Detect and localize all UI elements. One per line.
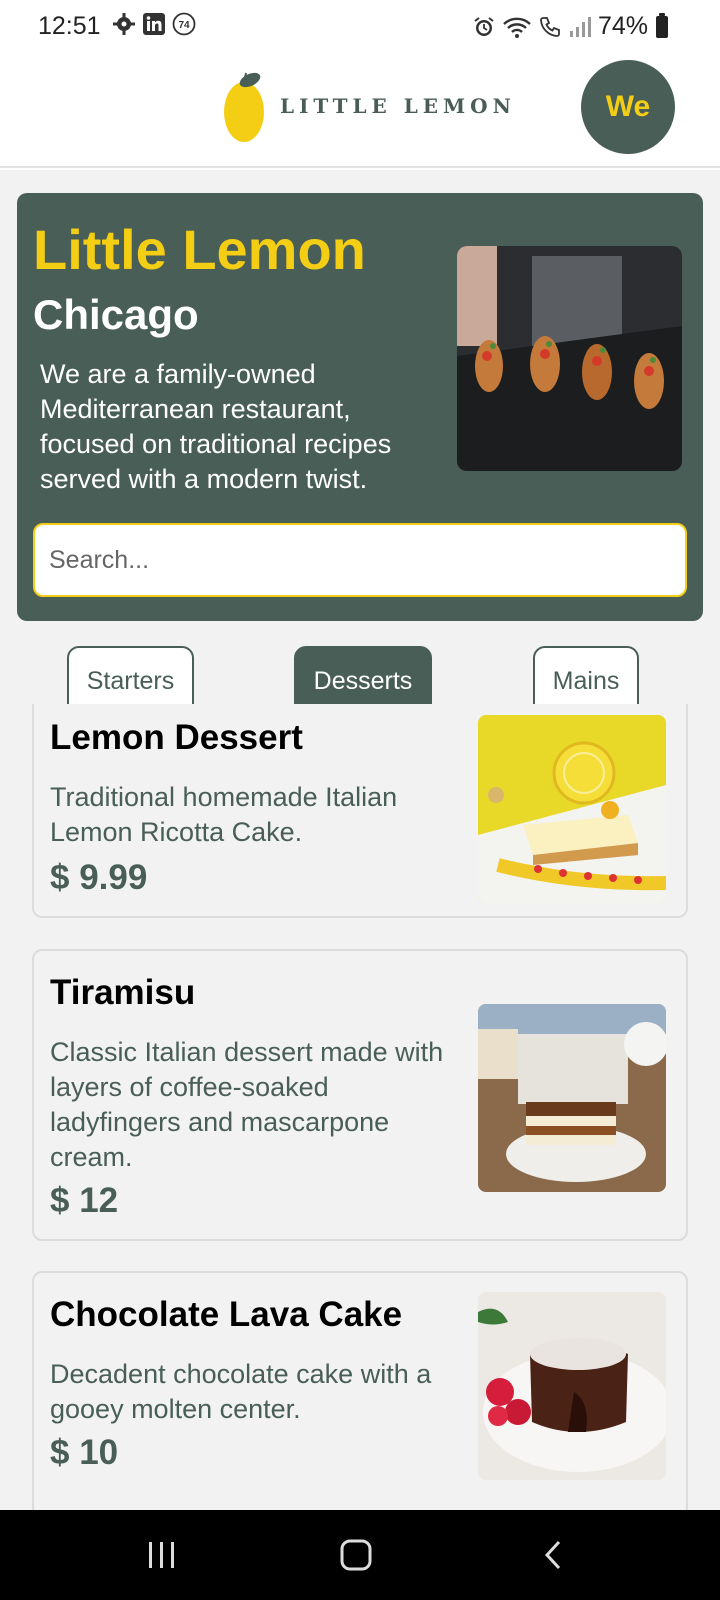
hero-subtitle: Chicago bbox=[33, 291, 199, 338]
battery-percent: 74% bbox=[597, 12, 648, 40]
app-header: LITTLE LEMON We bbox=[0, 52, 720, 168]
menu-item-price: $ 9.99 bbox=[50, 858, 148, 897]
search-input[interactable] bbox=[33, 523, 687, 597]
recent-apps-icon bbox=[149, 1542, 174, 1568]
system-nav-bar bbox=[0, 1510, 720, 1600]
status-bar: 12:51 74 74% bbox=[0, 0, 720, 52]
call-icon bbox=[540, 16, 560, 37]
menu-item-name: Lemon Dessert bbox=[50, 718, 303, 757]
signal-icon bbox=[569, 16, 591, 37]
tiramisu-image bbox=[478, 1004, 666, 1192]
hero-description: We are a family-owned Mediterranean rest… bbox=[40, 359, 392, 494]
status-notification-icons: 74 bbox=[112, 12, 196, 36]
chocolate-lava-cake-image bbox=[478, 1292, 666, 1480]
profile-avatar-button[interactable]: We bbox=[581, 60, 675, 154]
linkedin-icon bbox=[143, 13, 165, 35]
settings-notification-icon bbox=[113, 13, 135, 35]
logo-text: LITTLE LEMON bbox=[280, 94, 516, 118]
svg-text:74: 74 bbox=[178, 20, 190, 31]
logo: LITTLE LEMON bbox=[222, 68, 516, 144]
menu-item-name: Chocolate Lava Cake bbox=[50, 1295, 403, 1334]
menu-item-description: Decadent chocolate cake with a gooey mol… bbox=[50, 1359, 432, 1424]
alarm-icon bbox=[474, 16, 494, 36]
wifi-icon bbox=[503, 17, 531, 38]
lemon-dessert-image bbox=[478, 715, 666, 903]
menu-item-chocolate-lava-cake[interactable]: Chocolate Lava Cake Decadent chocolate c… bbox=[32, 1271, 688, 1510]
menu-item-name: Tiramisu bbox=[50, 973, 196, 1012]
hero-title: Little Lemon bbox=[33, 218, 366, 281]
menu-item-price: $ 10 bbox=[50, 1433, 119, 1472]
recent-apps-button[interactable] bbox=[132, 1530, 192, 1580]
menu-item-description: Classic Italian dessert made with layers… bbox=[50, 1037, 444, 1172]
menu-item-price: $ 12 bbox=[50, 1181, 119, 1220]
hero-image bbox=[457, 246, 682, 471]
battery-icon bbox=[656, 12, 668, 38]
menu-item-tiramisu[interactable]: Tiramisu Classic Italian dessert made wi… bbox=[32, 949, 688, 1241]
status-system-icons: 74% bbox=[472, 12, 668, 41]
back-icon bbox=[544, 1540, 561, 1570]
hero-banner: Little Lemon Chicago We are a family-own… bbox=[17, 193, 703, 621]
back-button[interactable] bbox=[524, 1530, 584, 1580]
badge-count-icon: 74 bbox=[172, 12, 196, 36]
status-time: 12:51 bbox=[38, 12, 101, 40]
menu-item-lemon-dessert[interactable]: Lemon Dessert Traditional homemade Itali… bbox=[32, 704, 688, 918]
main-content[interactable]: Little Lemon Chicago We are a family-own… bbox=[0, 170, 720, 1510]
home-icon bbox=[340, 1539, 372, 1571]
lemon-logo-icon bbox=[224, 72, 264, 142]
home-button[interactable] bbox=[326, 1530, 386, 1580]
menu-item-description: Traditional homemade Italian Lemon Ricot… bbox=[50, 782, 398, 847]
